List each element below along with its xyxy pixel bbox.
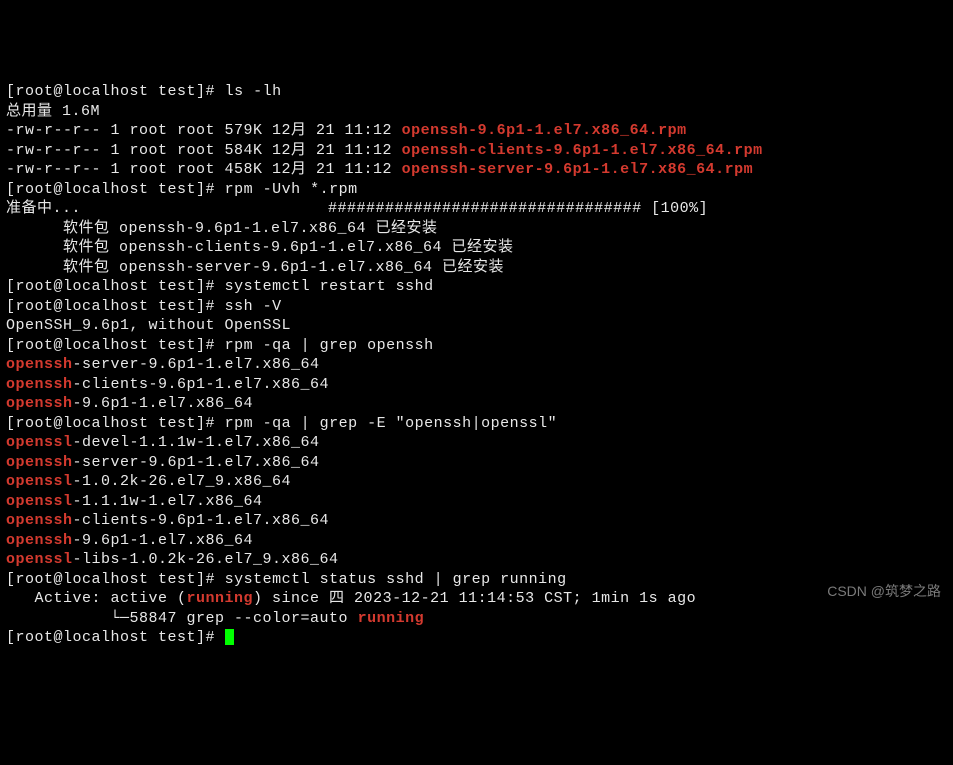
shell-prompt: [root@localhost test]# [6, 571, 215, 588]
ssh-version: OpenSSH_9.6p1, without OpenSSL [6, 316, 947, 336]
rpm-installed: 软件包 openssh-clients-9.6p1-1.el7.x86_64 已… [6, 238, 947, 258]
prompt-line: [root@localhost test]# ssh -V [6, 297, 947, 317]
ls-total: 总用量 1.6M [6, 102, 947, 122]
qa-row: openssl-devel-1.1.1w-1.el7.x86_64 [6, 433, 947, 453]
shell-prompt: [root@localhost test]# [6, 629, 215, 646]
command: ls -lh [225, 83, 282, 100]
qa-row: openssh-9.6p1-1.el7.x86_64 [6, 531, 947, 551]
rpm-installed: 软件包 openssh-server-9.6p1-1.el7.x86_64 已经… [6, 258, 947, 278]
prompt-line: [root@localhost test]# rpm -Uvh *.rpm [6, 180, 947, 200]
qa-row: openssh-server-9.6p1-1.el7.x86_64 [6, 453, 947, 473]
shell-prompt: [root@localhost test]# [6, 278, 215, 295]
command: rpm -qa | grep openssh [225, 337, 434, 354]
grep-match: openssh [6, 512, 73, 529]
shell-prompt: [root@localhost test]# [6, 83, 215, 100]
grep-match: openssh [6, 395, 73, 412]
terminal-output[interactable]: [root@localhost test]# ls -lh总用量 1.6M-rw… [6, 82, 947, 648]
rpm-installed: 软件包 openssh-9.6p1-1.el7.x86_64 已经安装 [6, 219, 947, 239]
prompt-line: [root@localhost test]# systemctl restart… [6, 277, 947, 297]
qa-row: openssh-clients-9.6p1-1.el7.x86_64 [6, 511, 947, 531]
rpm-file: openssh-clients-9.6p1-1.el7.x86_64.rpm [402, 142, 763, 159]
shell-prompt: [root@localhost test]# [6, 415, 215, 432]
status-line: └─58847 grep --color=auto running [6, 609, 947, 629]
prompt-line: [root@localhost test]# ls -lh [6, 82, 947, 102]
shell-prompt: [root@localhost test]# [6, 181, 215, 198]
command: ssh -V [225, 298, 282, 315]
shell-prompt: [root@localhost test]# [6, 337, 215, 354]
qa-row: openssl-libs-1.0.2k-26.el7_9.x86_64 [6, 550, 947, 570]
grep-match: openssl [6, 434, 73, 451]
watermark: CSDN @筑梦之路 [827, 582, 941, 600]
shell-prompt: [root@localhost test]# [6, 298, 215, 315]
ls-row: -rw-r--r-- 1 root root 584K 12月 21 11:12… [6, 141, 947, 161]
rpm-file: openssh-server-9.6p1-1.el7.x86_64.rpm [402, 161, 754, 178]
grep-match: openssh [6, 376, 73, 393]
qa-row: openssh-9.6p1-1.el7.x86_64 [6, 394, 947, 414]
qa-row: openssl-1.1.1w-1.el7.x86_64 [6, 492, 947, 512]
grep-match: openssl [6, 473, 73, 490]
rpm-file: openssh-9.6p1-1.el7.x86_64.rpm [402, 122, 687, 139]
cursor[interactable] [225, 629, 234, 645]
running-match: running [187, 590, 254, 607]
running-match: running [358, 610, 425, 627]
command: systemctl status sshd | grep running [225, 571, 567, 588]
command: rpm -Uvh *.rpm [225, 181, 358, 198]
status-line: Active: active (running) since 四 2023-12… [6, 589, 947, 609]
grep-match: openssl [6, 551, 73, 568]
qa-row: openssh-server-9.6p1-1.el7.x86_64 [6, 355, 947, 375]
ls-row: -rw-r--r-- 1 root root 458K 12月 21 11:12… [6, 160, 947, 180]
command: rpm -qa | grep -E "openssh|openssl" [225, 415, 558, 432]
grep-match: openssh [6, 356, 73, 373]
prompt-line[interactable]: [root@localhost test]# [6, 628, 947, 648]
prompt-line: [root@localhost test]# rpm -qa | grep op… [6, 336, 947, 356]
rpm-preparing: 准备中... #################################… [6, 199, 947, 219]
grep-match: openssl [6, 493, 73, 510]
qa-row: openssh-clients-9.6p1-1.el7.x86_64 [6, 375, 947, 395]
ls-row: -rw-r--r-- 1 root root 579K 12月 21 11:12… [6, 121, 947, 141]
grep-match: openssh [6, 532, 73, 549]
qa-row: openssl-1.0.2k-26.el7_9.x86_64 [6, 472, 947, 492]
prompt-line: [root@localhost test]# systemctl status … [6, 570, 947, 590]
prompt-line: [root@localhost test]# rpm -qa | grep -E… [6, 414, 947, 434]
grep-match: openssh [6, 454, 73, 471]
command: systemctl restart sshd [225, 278, 434, 295]
